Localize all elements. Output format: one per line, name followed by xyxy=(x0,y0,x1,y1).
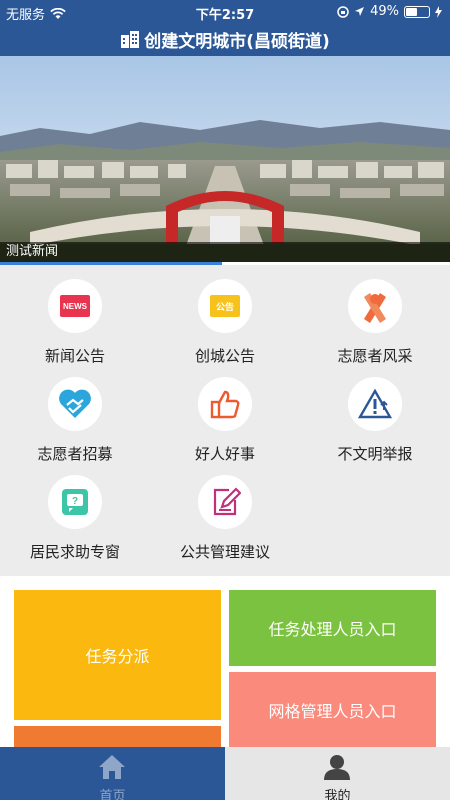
grid-item-volunteer-recruit[interactable]: 志愿者招募 xyxy=(0,369,150,465)
grid-label-public-suggestion: 公共管理建议 xyxy=(179,543,270,561)
announcement-icon: 公告 xyxy=(198,279,252,333)
task-handler-label: 任务处理人员入口 xyxy=(268,620,397,639)
battery-percent: 49% xyxy=(370,4,399,19)
grid-label-volunteer-recruit: 志愿者招募 xyxy=(37,445,113,463)
warning-icon xyxy=(348,377,402,431)
status-right: 49% xyxy=(337,4,442,19)
home-icon xyxy=(99,755,125,779)
grid-item-public-suggestion[interactable]: 公共管理建议 xyxy=(150,467,300,563)
grid-item-good-deeds[interactable]: 好人好事 xyxy=(150,369,300,465)
location-arrow-icon xyxy=(355,7,365,16)
tab-home-label: 首页 xyxy=(99,789,126,800)
entry-tiles: 任务分派 任务处理人员入口 网格管理人员入口 xyxy=(0,576,450,748)
banner-caption: 测试新闻 xyxy=(0,242,450,262)
tab-mine[interactable]: 我的 xyxy=(225,747,450,800)
grid-label-good-deeds: 好人好事 xyxy=(194,445,255,463)
grid-manager-label: 网格管理人员入口 xyxy=(268,702,397,721)
thumbs-up-icon xyxy=(198,377,252,431)
title-bar: 创建文明城市(昌硕街道) xyxy=(0,24,450,54)
tab-home[interactable]: 首页 xyxy=(0,747,225,800)
page-title: 创建文明城市(昌硕街道) xyxy=(144,31,330,52)
grid-item-uncivil-report[interactable]: 不文明举报 xyxy=(300,369,450,465)
app-header: 无服务 下午2:57 49% 创建文明城市(昌硕街道) xyxy=(0,0,450,56)
additional-entry-tile[interactable] xyxy=(14,726,221,748)
tab-bar: 首页 我的 xyxy=(0,747,450,800)
grid-item-city-announcement[interactable]: 公告 创城公告 xyxy=(150,271,300,367)
tab-mine-label: 我的 xyxy=(324,789,351,800)
heart-hands-icon xyxy=(48,377,102,431)
status-bar: 无服务 下午2:57 49% xyxy=(0,0,450,23)
grid-item-resident-help[interactable]: ? 居民求助专窗 xyxy=(0,467,150,563)
task-dispatch-label: 任务分派 xyxy=(85,647,150,666)
battery-fill xyxy=(406,7,417,16)
svg-text:?: ? xyxy=(72,496,78,507)
building-icon xyxy=(121,31,140,48)
task-dispatch-tile[interactable]: 任务分派 xyxy=(14,590,221,720)
help-window-icon: ? xyxy=(48,475,102,529)
news-icon: NEWS xyxy=(48,279,102,333)
charging-icon xyxy=(435,5,442,18)
grid-label-resident-help: 居民求助专窗 xyxy=(29,543,120,561)
grid-label-city-announcement: 创城公告 xyxy=(194,347,255,365)
edit-note-icon xyxy=(198,475,252,529)
news-banner[interactable]: 测试新闻 xyxy=(0,56,450,262)
user-icon xyxy=(324,755,350,780)
announce-badge-text: 公告 xyxy=(216,301,234,313)
grid-label-uncivil-report: 不文明举报 xyxy=(337,445,413,463)
grid-item-volunteer-style[interactable]: 志愿者风采 xyxy=(300,271,450,367)
grid-manager-tile[interactable]: 网格管理人员入口 xyxy=(229,672,436,748)
grid-label-volunteer-style: 志愿者风采 xyxy=(337,347,413,365)
banner-image xyxy=(0,56,450,262)
grid-label-news: 新闻公告 xyxy=(44,347,105,365)
task-handler-tile[interactable]: 任务处理人员入口 xyxy=(229,590,436,666)
battery-icon xyxy=(404,5,430,18)
news-badge-text: NEWS xyxy=(63,302,88,311)
rotation-lock-icon xyxy=(337,5,349,18)
ribbon-icon xyxy=(348,279,402,333)
feature-grid: NEWS 新闻公告 公告 创城公告 志愿者风采 志愿者招募 好人好事 不文明举报… xyxy=(0,265,450,567)
grid-item-news[interactable]: NEWS 新闻公告 xyxy=(0,271,150,367)
